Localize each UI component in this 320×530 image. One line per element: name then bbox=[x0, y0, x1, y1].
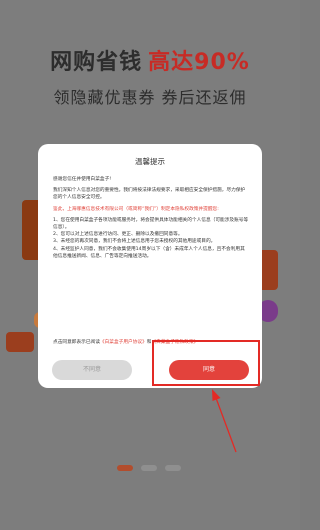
page-dot[interactable] bbox=[165, 465, 181, 471]
dialog-item: 1、您在使用白菜盒子各项功能或服务时，将会提供具体功能相关的个人信息（可能涉及账… bbox=[53, 217, 249, 231]
dialog-items: 1、您在使用白菜盒子各项功能或服务时，将会提供具体功能相关的个人信息（可能涉及账… bbox=[53, 217, 249, 260]
agree-button-highlight-box bbox=[152, 340, 260, 386]
dialog-body: 感谢您信任并使用白菜盒子! 我们深知个人信息对您的重要性。我们将按法律法规要求，… bbox=[53, 176, 249, 260]
user-agreement-link[interactable]: 《白菜盒子用户协议》 bbox=[100, 340, 147, 345]
dialog-title: 温馨提示 bbox=[135, 157, 165, 166]
hero-subheadline: 领隐藏优惠券 券后还返佣 bbox=[53, 88, 247, 107]
decoration bbox=[6, 332, 34, 352]
dialog-paragraph: 我们深知个人信息对您的重要性。我们将按法律法规要求，采取相应安全保护措施，尽力保… bbox=[53, 188, 246, 201]
dialog-paragraph-highlight: 鉴此，上海哪惠信息技术有限公司（或简称“我们”）制定本隐私权政策并提醒您: bbox=[53, 206, 219, 212]
hero-headline-part2: 高达90% bbox=[148, 50, 250, 75]
page-dot-active[interactable] bbox=[117, 465, 133, 471]
hero-headline-part1: 网购省钱 bbox=[50, 50, 143, 75]
disagree-button[interactable]: 不同意 bbox=[52, 360, 132, 380]
dialog-item: 3、未经您的再次同意，我们不会将上述信息用于您未授权的其他用途或目的。 bbox=[53, 239, 216, 245]
dialog-item: 2、您可以对上述信息进行访问、更正、删除以及撤回同意等。 bbox=[53, 232, 183, 238]
page-dot[interactable] bbox=[141, 465, 157, 471]
dialog-item: 4、未经监护人同意，我们不会收集使用14周岁以下（含）未成年人个人信息，且不会利… bbox=[53, 246, 245, 259]
hero-headline: 网购省钱 高达90% bbox=[0, 44, 300, 76]
page-indicator bbox=[117, 465, 183, 473]
dialog-intro: 感谢您信任并使用白菜盒子! bbox=[53, 177, 112, 182]
agreement-prefix: 点击同意即表示已阅读 bbox=[53, 340, 100, 345]
hero-banner: 网购省钱 高达90% 领隐藏优惠券 券后还返佣 bbox=[0, 44, 300, 108]
